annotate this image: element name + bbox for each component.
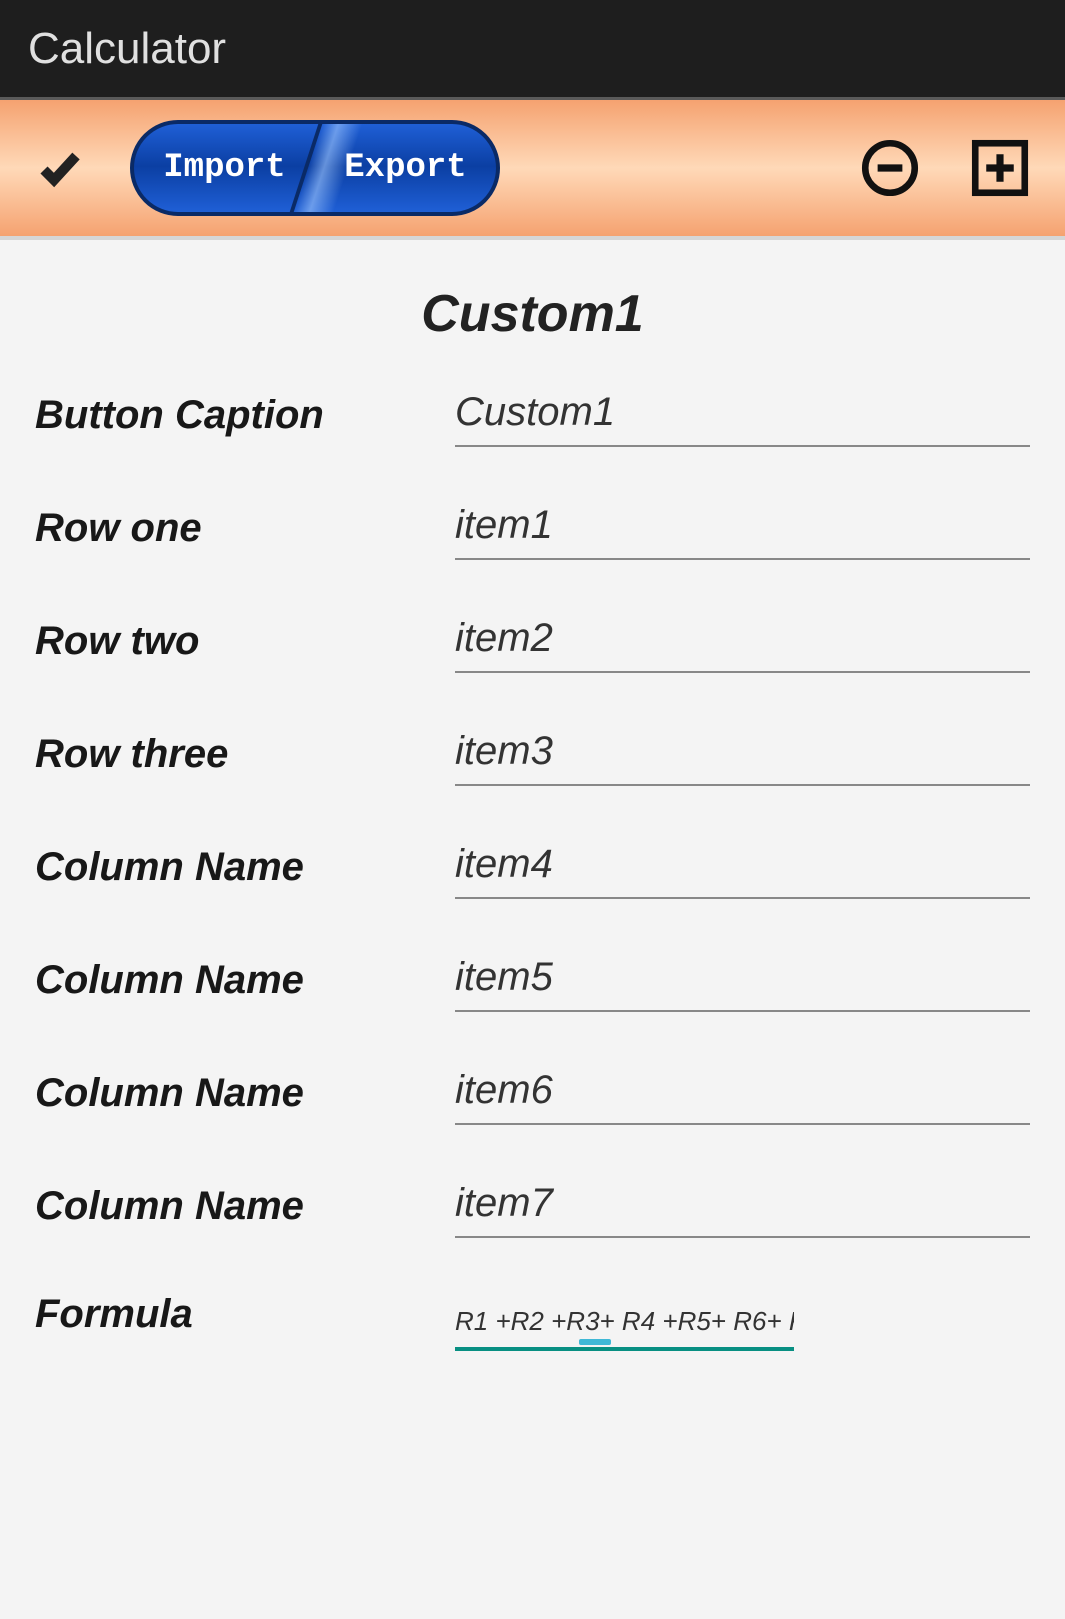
- cursor-indicator: [579, 1339, 611, 1345]
- import-button[interactable]: Import: [134, 149, 315, 187]
- formula-input[interactable]: [455, 1288, 794, 1351]
- form-row: Column Name: [35, 1062, 1030, 1125]
- import-export-toggle[interactable]: Import Export: [130, 120, 500, 216]
- app-title: Calculator: [28, 24, 226, 74]
- form-row: Column Name: [35, 949, 1030, 1012]
- field-label: Column Name: [35, 1184, 455, 1229]
- plus-square-icon: [967, 135, 1033, 201]
- toolbar: Import Export: [0, 100, 1065, 240]
- column-name-input[interactable]: [455, 949, 1030, 1012]
- row-one-input[interactable]: [455, 497, 1030, 560]
- row-three-input[interactable]: [455, 723, 1030, 786]
- minus-circle-icon: [857, 135, 923, 201]
- column-name-input[interactable]: [455, 836, 1030, 899]
- field-label: Row three: [35, 732, 455, 777]
- form-row: Row three: [35, 723, 1030, 786]
- field-label: Button Caption: [35, 393, 455, 438]
- export-button[interactable]: Export: [315, 149, 496, 187]
- field-label: Row two: [35, 619, 455, 664]
- field-label: Formula: [35, 1288, 455, 1337]
- remove-button[interactable]: [855, 133, 925, 203]
- form-row: Row two: [35, 610, 1030, 673]
- field-label: Column Name: [35, 958, 455, 1003]
- button-caption-input[interactable]: [455, 384, 1030, 447]
- content: Custom1 Button Caption Row one Row two R…: [0, 240, 1065, 1381]
- field-label: Column Name: [35, 845, 455, 890]
- confirm-button[interactable]: [30, 138, 90, 198]
- form-row: Column Name: [35, 1175, 1030, 1238]
- form-row: Row one: [35, 497, 1030, 560]
- column-name-input[interactable]: [455, 1062, 1030, 1125]
- form-row: Formula: [35, 1288, 1030, 1351]
- form-row: Column Name: [35, 836, 1030, 899]
- row-two-input[interactable]: [455, 610, 1030, 673]
- column-name-input[interactable]: [455, 1175, 1030, 1238]
- form-row: Button Caption: [35, 384, 1030, 447]
- field-label: Row one: [35, 506, 455, 551]
- field-label: Column Name: [35, 1071, 455, 1116]
- page-title: Custom1: [35, 284, 1030, 344]
- check-icon: [36, 144, 84, 192]
- add-button[interactable]: [965, 133, 1035, 203]
- app-bar: Calculator: [0, 0, 1065, 100]
